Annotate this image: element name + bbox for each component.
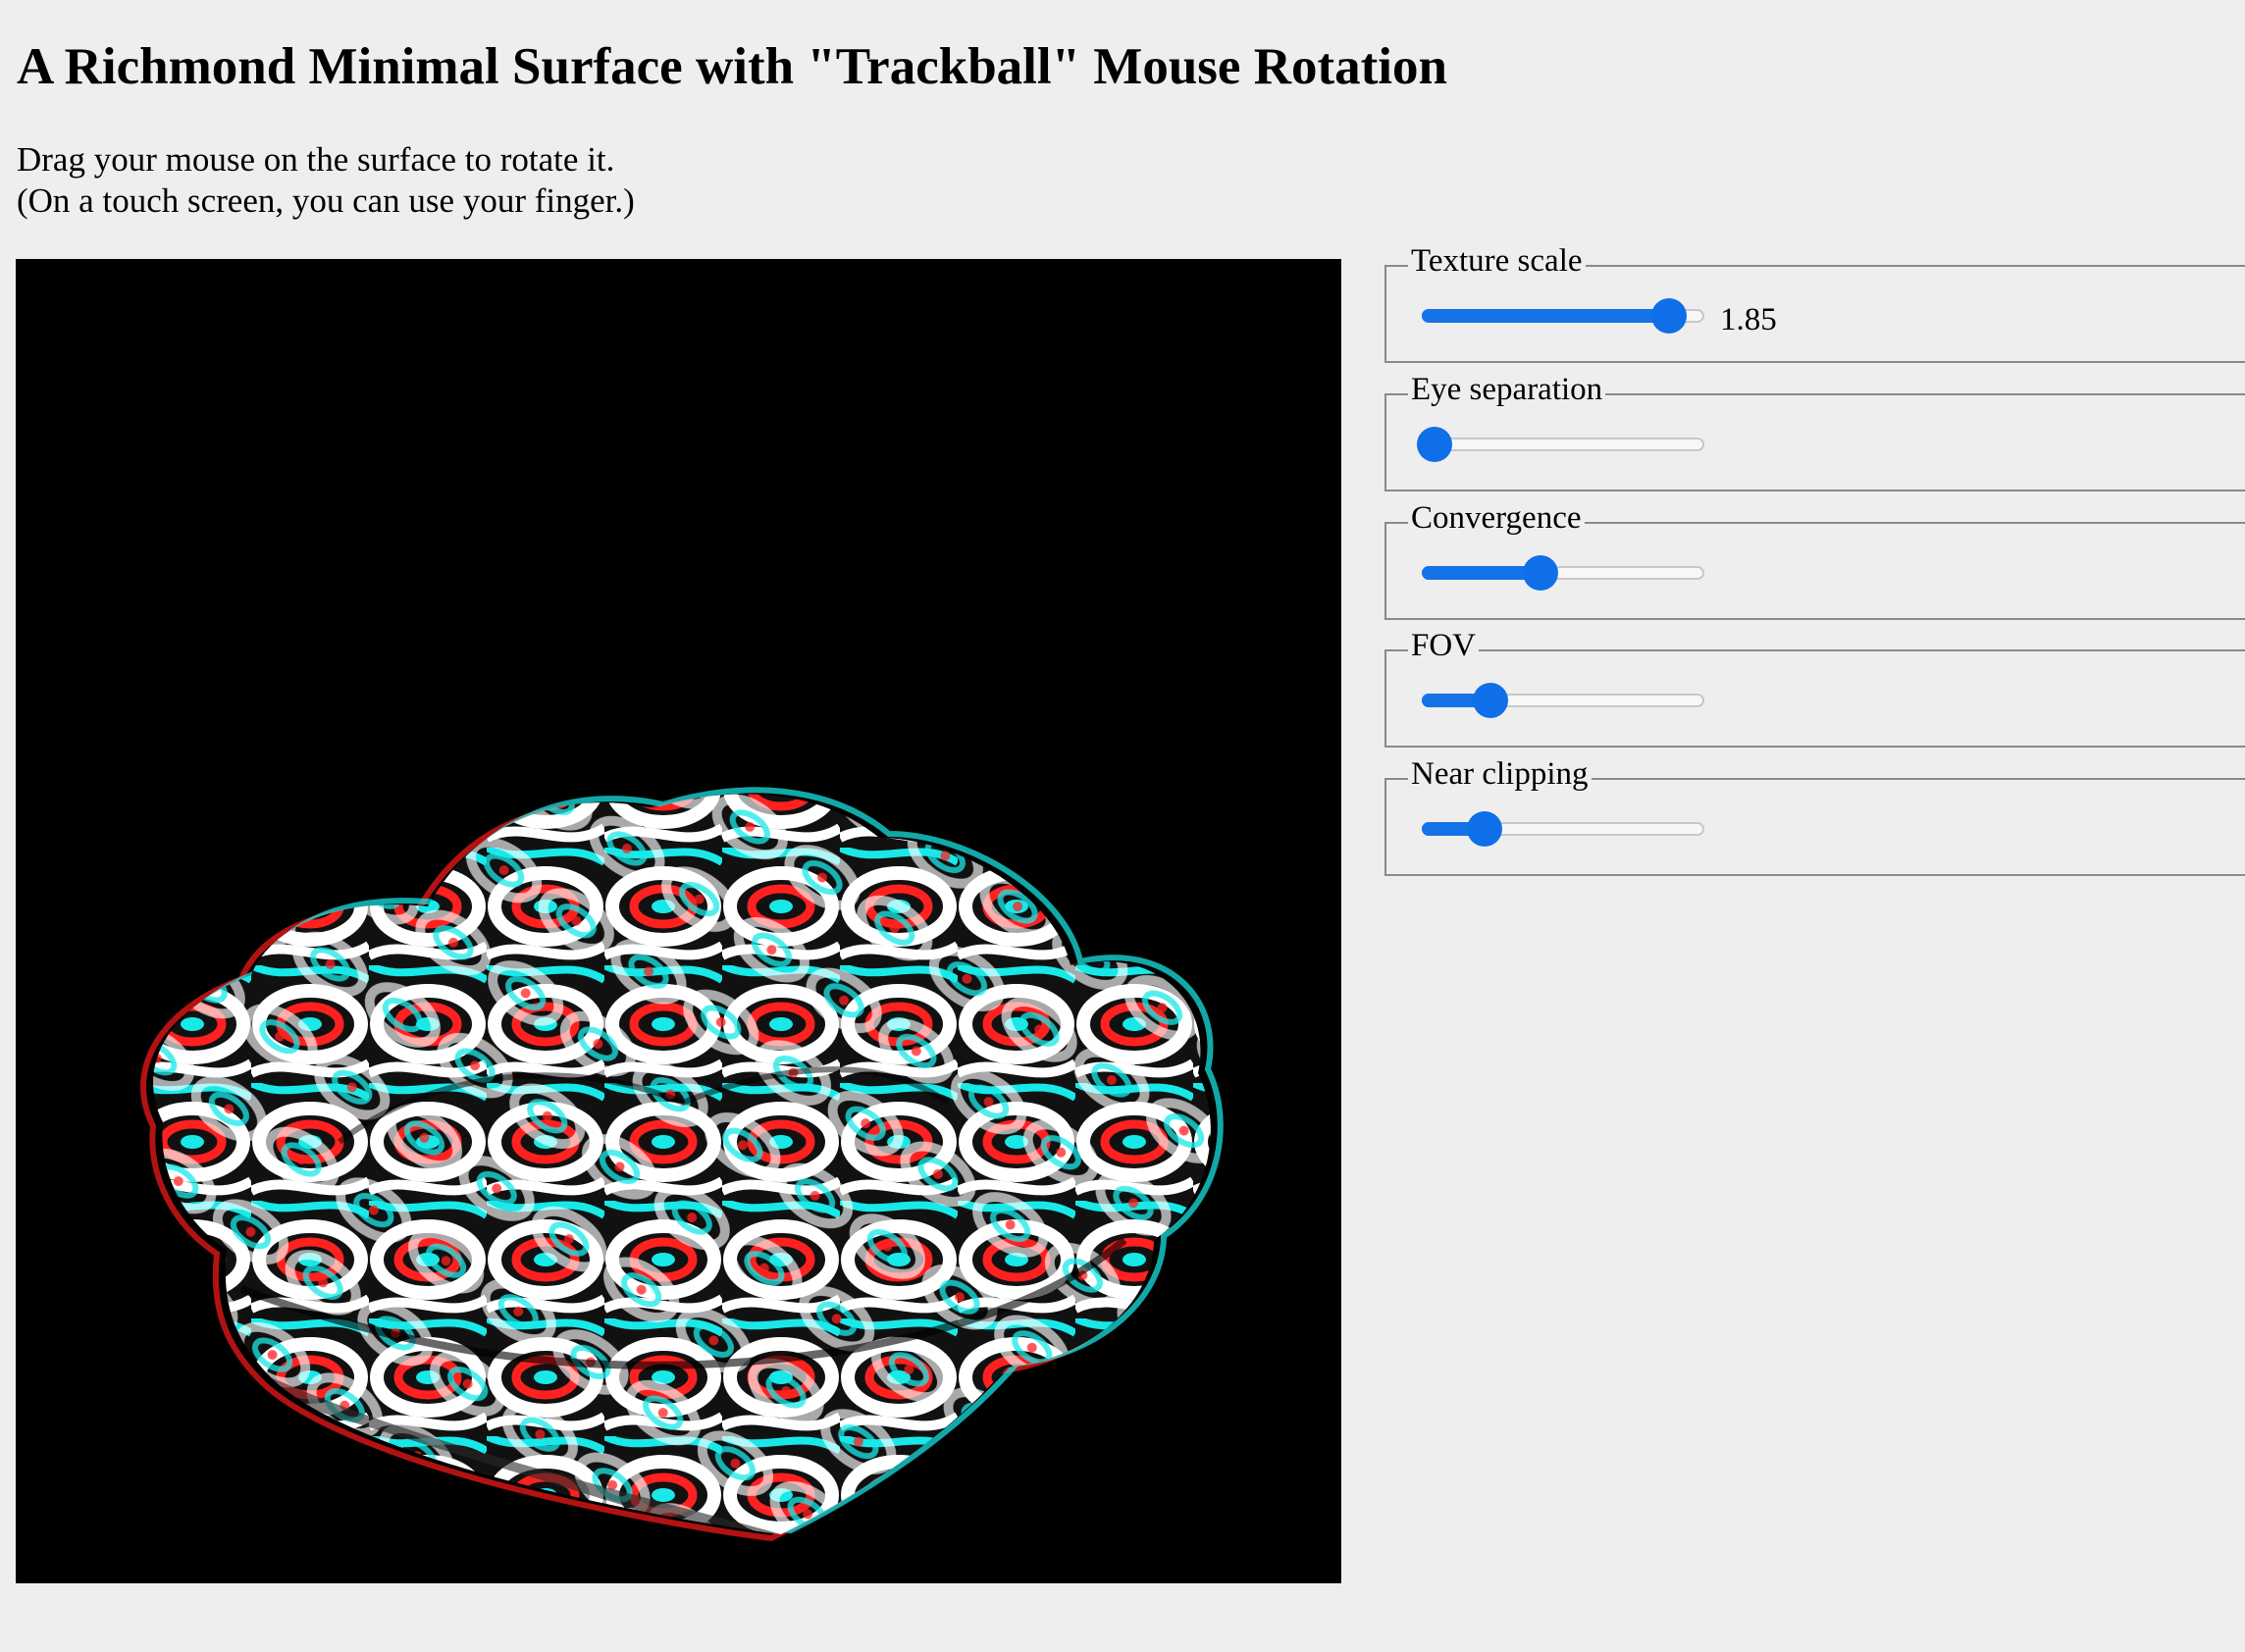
convergence-slider-thumb[interactable]: [1523, 555, 1559, 591]
eye-separation-slider[interactable]: [1417, 427, 1704, 462]
instructions-line-1: Drag your mouse on the surface to rotate…: [17, 140, 615, 179]
convergence-slider[interactable]: [1422, 555, 1704, 591]
near-clipping-slider-thumb[interactable]: [1467, 811, 1503, 847]
fov-label: FOV: [1408, 626, 1480, 665]
texture-scale-group: Texture scale 1.85: [1384, 241, 2245, 363]
near-clipping-label: Near clipping: [1408, 754, 1592, 794]
convergence-label: Convergence: [1408, 498, 1585, 538]
eye-separation-label: Eye separation: [1408, 370, 1606, 409]
near-clipping-group: Near clipping: [1384, 754, 2245, 876]
fov-slider[interactable]: [1422, 683, 1704, 718]
surface-canvas[interactable]: [16, 259, 1341, 1583]
texture-scale-slider-fill: [1422, 309, 1667, 323]
texture-scale-slider[interactable]: [1422, 298, 1704, 334]
page-title: A Richmond Minimal Surface with "Trackba…: [17, 38, 1447, 95]
convergence-slider-fill: [1422, 566, 1540, 580]
fov-group: FOV: [1384, 626, 2245, 748]
texture-scale-value: 1.85: [1720, 302, 1777, 337]
texture-scale-slider-thumb[interactable]: [1650, 298, 1687, 334]
texture-scale-label: Texture scale: [1408, 241, 1586, 281]
eye-separation-group: Eye separation: [1384, 370, 2245, 491]
surface-body: [153, 794, 1211, 1534]
fov-slider-thumb[interactable]: [1473, 683, 1509, 718]
richmond-surface-render[interactable]: [16, 259, 1341, 1583]
convergence-group: Convergence: [1384, 498, 2245, 620]
near-clipping-slider[interactable]: [1422, 811, 1704, 847]
instructions-line-2: (On a touch screen, you can use your fin…: [17, 181, 635, 220]
eye-separation-slider-thumb[interactable]: [1417, 427, 1453, 462]
instructions: Drag your mouse on the surface to rotate…: [17, 139, 635, 222]
page: A Richmond Minimal Surface with "Trackba…: [0, 0, 2245, 1652]
